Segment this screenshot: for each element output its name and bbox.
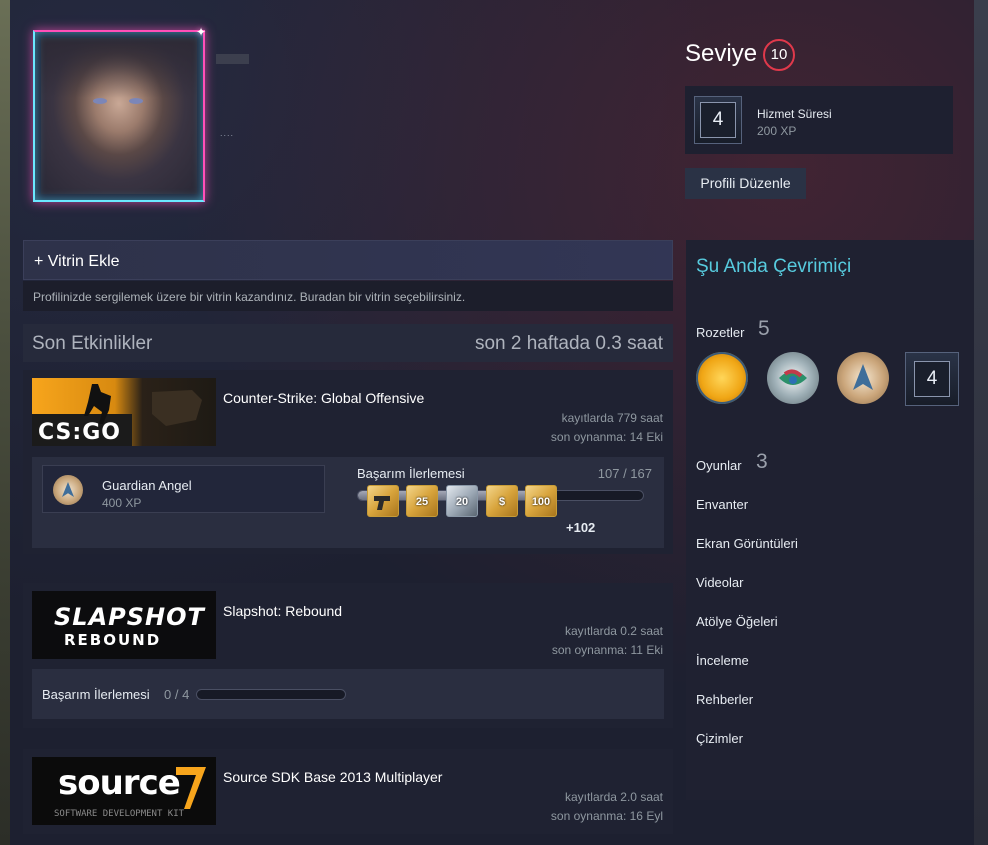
game-name[interactable]: Source SDK Base 2013 Multiplayer bbox=[223, 769, 442, 785]
recent-activity-title: Son Etkinlikler bbox=[32, 333, 153, 354]
game-banner-csgo[interactable]: CS:GO bbox=[32, 378, 216, 446]
avatar-neon-frame bbox=[33, 30, 205, 202]
games-count: 3 bbox=[756, 450, 768, 473]
profile-sidebar: Şu Anda Çevrimiçi Rozetler 5 4 Oyunlar 3… bbox=[686, 240, 974, 800]
sparkle-icon: ✦ bbox=[196, 25, 207, 39]
years-of-service-badge-number: 4 bbox=[914, 361, 950, 397]
source-banner-sub: SOFTWARE DEVELOPMENT KIT bbox=[54, 809, 185, 819]
badges-count: 5 bbox=[758, 317, 770, 340]
game-hours: kayıtlarda 2.0 saat bbox=[564, 790, 663, 804]
achievement-more-count[interactable]: +102 bbox=[566, 520, 595, 535]
level-badge[interactable]: 10 bbox=[763, 39, 795, 71]
screenshots-link[interactable]: Ekran Görüntüleri bbox=[696, 536, 798, 551]
showcase-description-box: Profilinizde sergilemek üzere bir vitrin… bbox=[23, 281, 673, 311]
game-banner-source-sdk[interactable]: source SOFTWARE DEVELOPMENT KIT bbox=[32, 757, 216, 825]
avatar[interactable] bbox=[33, 30, 205, 202]
game-name[interactable]: Counter-Strike: Global Offensive bbox=[223, 390, 424, 406]
achievement-25-icon[interactable]: 25 bbox=[406, 485, 438, 517]
guides-link[interactable]: Rehberler bbox=[696, 692, 753, 707]
years-of-service-icon: 4 bbox=[694, 96, 742, 144]
years-of-service-badge-icon[interactable]: 4 bbox=[905, 352, 959, 406]
service-badge-name: Hizmet Süresi bbox=[757, 107, 832, 121]
game-hours: kayıtlarda 0.2 saat bbox=[564, 624, 663, 638]
achievement-name: Guardian Angel bbox=[102, 478, 192, 493]
service-badge-xp: 200 XP bbox=[757, 124, 797, 138]
showcase-description: Profilinizde sergilemek üzere bir vitrin… bbox=[33, 290, 466, 304]
background-left-edge bbox=[0, 0, 10, 845]
game-card-source-sdk: source SOFTWARE DEVELOPMENT KIT Source S… bbox=[23, 749, 673, 834]
service-badge-box[interactable]: 4 Hizmet Süresi 200 XP bbox=[685, 86, 953, 154]
game-last-played: son oynanma: 11 Eki bbox=[551, 643, 663, 657]
reviews-link[interactable]: İnceleme bbox=[696, 653, 749, 668]
game-banner-slapshot[interactable]: SLAPSHOT REBOUND bbox=[32, 591, 216, 659]
slapshot-banner-text: SLAPSHOT bbox=[54, 603, 205, 631]
add-showcase-button[interactable]: + Vitrin Ekle bbox=[23, 240, 673, 280]
artwork-link[interactable]: Çizimler bbox=[696, 731, 743, 746]
workshop-items-link[interactable]: Atölye Öğeleri bbox=[696, 614, 778, 629]
guardian-angel-icon bbox=[53, 475, 83, 505]
background-right-edge bbox=[974, 0, 988, 845]
online-status: Şu Anda Çevrimiçi bbox=[696, 256, 852, 277]
achievement-progress-count: 107 / 167 bbox=[597, 466, 652, 481]
slapshot-banner-sub: REBOUND bbox=[64, 631, 162, 649]
source-logo-icon bbox=[176, 767, 206, 809]
csgo-banner-text: CS:GO bbox=[38, 420, 121, 445]
achievement-progress-bar bbox=[196, 689, 346, 700]
recent-activity-hours: son 2 haftada 0.3 saat bbox=[474, 333, 663, 354]
recent-activity-header: Son Etkinlikler son 2 haftada 0.3 saat bbox=[23, 324, 673, 362]
edit-profile-button[interactable]: Profili Düzenle bbox=[685, 168, 806, 199]
videos-link[interactable]: Videolar bbox=[696, 575, 743, 590]
add-showcase-label: + Vitrin Ekle bbox=[34, 253, 120, 270]
achievement-money-icon[interactable]: $ bbox=[486, 485, 518, 517]
game-last-played: son oynanma: 16 Eyl bbox=[550, 809, 663, 823]
achievement-20-icon[interactable]: 20 bbox=[446, 485, 478, 517]
achievement-progress-label: Başarım İlerlemesi bbox=[42, 687, 150, 702]
source-banner-text: source bbox=[58, 763, 181, 803]
achievement-box: Başarım İlerlemesi 0 / 4 bbox=[32, 669, 664, 719]
achievement-item[interactable]: Guardian Angel 400 XP bbox=[42, 465, 325, 513]
gold-coin-badge-icon[interactable] bbox=[696, 352, 748, 404]
achievement-pistol-icon[interactable] bbox=[367, 485, 399, 517]
badges-link[interactable]: Rozetler bbox=[696, 325, 744, 340]
game-hours: kayıtlarda 779 saat bbox=[561, 411, 663, 425]
achievement-progress-label: Başarım İlerlemesi bbox=[357, 466, 465, 481]
inventory-link[interactable]: Envanter bbox=[696, 497, 748, 512]
games-link[interactable]: Oyunlar bbox=[696, 458, 742, 473]
achievement-xp: 400 XP bbox=[102, 496, 142, 510]
game-last-played: son oynanma: 14 Eki bbox=[550, 430, 663, 444]
game-card-slapshot: SLAPSHOT REBOUND Slapshot: Rebound kayıt… bbox=[23, 583, 673, 728]
profile-name-placeholder bbox=[216, 54, 249, 64]
colorful-badge-icon[interactable] bbox=[767, 352, 819, 404]
level-label: Seviye bbox=[685, 40, 758, 67]
achievement-100-icon[interactable]: 100 bbox=[525, 485, 557, 517]
achievement-progress-count: 0 / 4 bbox=[164, 687, 190, 702]
profile-name-dots: .... bbox=[220, 128, 235, 138]
guardian-badge-icon[interactable] bbox=[837, 352, 889, 404]
years-of-service-number: 4 bbox=[700, 102, 736, 138]
game-name[interactable]: Slapshot: Rebound bbox=[223, 603, 342, 619]
